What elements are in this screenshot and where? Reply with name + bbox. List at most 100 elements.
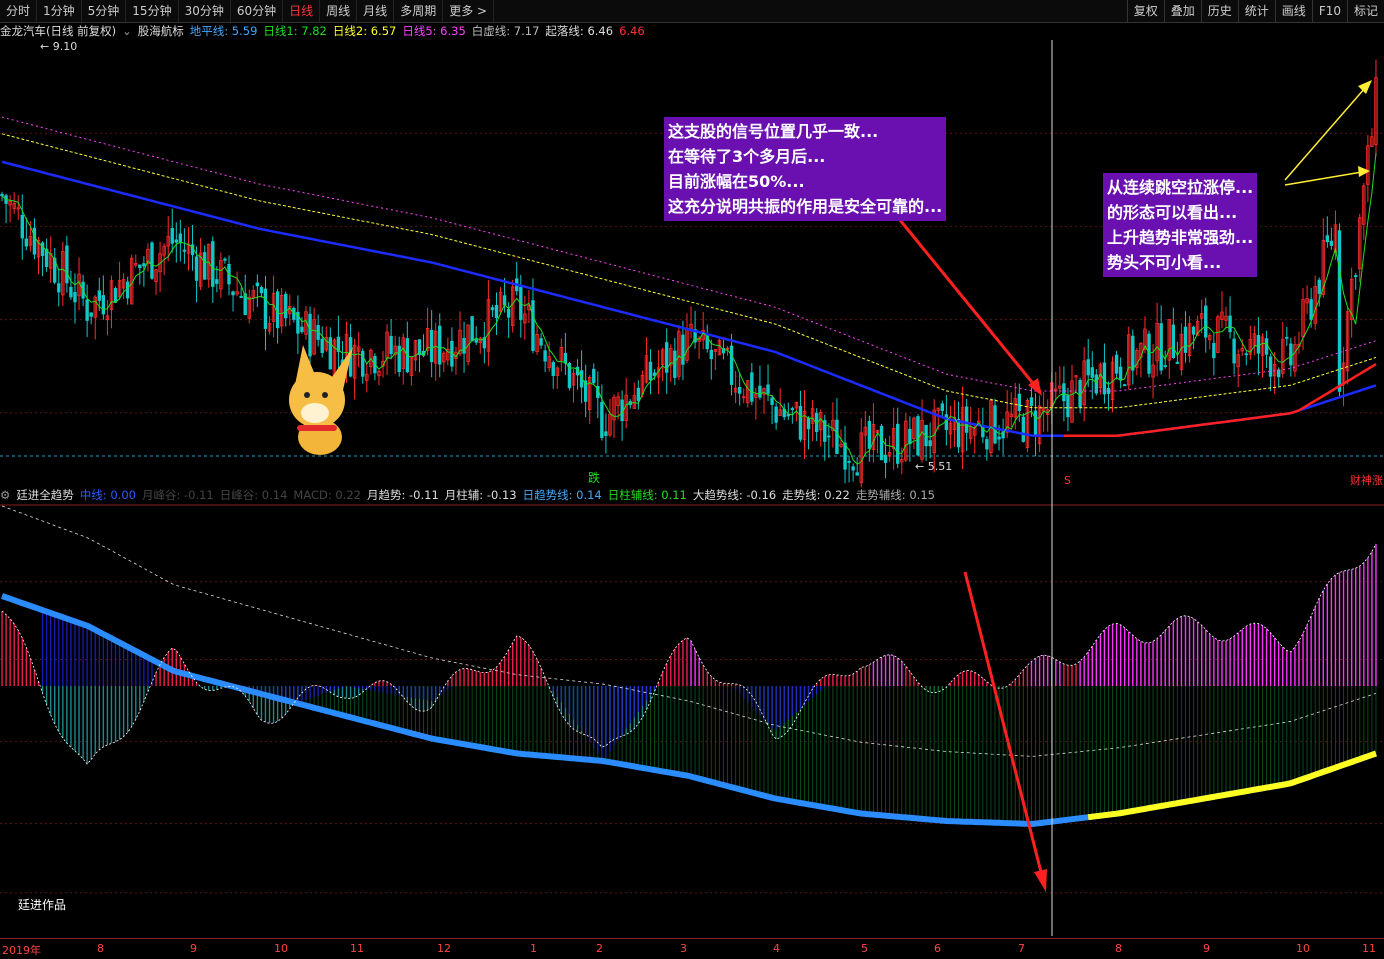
time-tick: 9 (1203, 942, 1210, 955)
toolbar-button[interactable]: 复权 (1126, 0, 1164, 22)
candle-body (1309, 299, 1313, 320)
time-tick: 6 (934, 942, 941, 955)
legend-item: 中线: 0.00 (79, 488, 136, 502)
period-tab[interactable]: 日线 (283, 0, 321, 22)
yellow-arrow (1284, 171, 1363, 186)
yellow-arrowhead (1358, 80, 1372, 94)
toolbar-button[interactable]: 叠加 (1163, 0, 1201, 22)
period-tab[interactable]: 1分钟 (37, 0, 82, 22)
candle-body (1114, 354, 1119, 374)
time-tick: 10 (1296, 942, 1310, 955)
period-tab[interactable]: 分时 (0, 0, 38, 22)
period-tab[interactable]: 周线 (320, 0, 358, 22)
candle-body (879, 425, 884, 461)
candle-body (474, 339, 478, 343)
candle-body (113, 288, 118, 303)
period-tab[interactable]: 月线 (357, 0, 395, 22)
callout-right-line: 的形态可以看出... (1107, 203, 1238, 222)
yellow-arrow (1284, 87, 1366, 181)
legend-item: 月趋势: -0.11 (367, 488, 439, 502)
legend-item: 日线5: 6.35 (402, 24, 466, 38)
candle-body (1163, 365, 1167, 367)
toolbar-button[interactable]: 标记 (1346, 0, 1384, 22)
period-tab[interactable]: 60分钟 (231, 0, 284, 22)
main-legend-items: 地平线: 5.59 日线1: 7.82 日线2: 6.57 日线5: 6.35 白虚线:… (190, 23, 651, 39)
candle-body (263, 288, 268, 329)
candle-body (1354, 275, 1358, 278)
candle-body (1289, 343, 1293, 366)
indicator-title[interactable]: 廷进全趋势 (16, 487, 74, 503)
candle-body (1118, 366, 1123, 380)
sub-legend-items: 中线: 0.00 月峰谷: -0.11 日峰谷: 0.14 MACD: 0.22 月趋势… (80, 487, 941, 503)
candle-body (202, 252, 207, 280)
candle-body (1325, 235, 1330, 243)
candle-body (673, 350, 677, 378)
candle-body (592, 368, 596, 384)
candle-body (65, 245, 69, 284)
toolbar-button[interactable]: 历史 (1200, 0, 1238, 22)
time-tick: 8 (97, 942, 104, 955)
low-price-label: ← 5.51 (915, 460, 952, 473)
legend-item: 走势线: 0.22 (782, 488, 850, 502)
candle-body (1062, 383, 1066, 402)
candle-body (57, 283, 61, 293)
candle-body (993, 405, 997, 444)
candle-body (389, 335, 393, 355)
candle-body (1094, 374, 1099, 394)
candle-body (506, 308, 511, 318)
candle-body (851, 466, 855, 471)
legend-item: 日线2: 6.57 (332, 24, 397, 38)
time-tick: 4 (773, 942, 780, 955)
period-tab[interactable]: 多周期 (394, 0, 444, 22)
candle-body (1175, 361, 1180, 364)
candle-body (89, 312, 93, 317)
watermark-label: 廷进作品 (18, 898, 66, 912)
candle-body (101, 295, 106, 315)
period-tab[interactable]: 15分钟 (126, 0, 179, 22)
stock-title[interactable]: 金龙汽车(日线 前复权) (0, 23, 116, 39)
settings-icon[interactable]: ⚙ (0, 488, 10, 502)
candle-body (24, 238, 29, 247)
candle-body (182, 249, 187, 252)
candle-body (40, 242, 45, 256)
toolbar-button[interactable]: 统计 (1237, 0, 1275, 22)
trend-indicator-chart[interactable]: 廷进作品 (0, 504, 1384, 936)
indicator-name[interactable]: 股海航标 (138, 23, 184, 39)
candle-body (758, 385, 762, 398)
candle-body (1021, 416, 1026, 442)
candle-body (73, 292, 77, 303)
dropdown-icon[interactable]: ⌄ (122, 24, 132, 38)
period-tab[interactable]: 5分钟 (82, 0, 127, 22)
candle-body (470, 316, 474, 342)
candle-body (1285, 336, 1289, 339)
candle-body (531, 300, 535, 351)
candle-body (1171, 324, 1176, 358)
candle-body (543, 350, 547, 362)
candle-body (1204, 305, 1208, 338)
callout-left-line: 这支股的信号位置几乎一致... (668, 122, 879, 141)
candle-body (142, 263, 146, 267)
candle-body (1017, 393, 1022, 411)
candle-body (494, 305, 499, 319)
toolbar-button[interactable]: 画线 (1274, 0, 1312, 22)
period-tabs: 分时 1分钟 5分钟 15分钟 30分钟 60分钟 日线 周线 月线 多周期 更多 > (0, 0, 495, 22)
candle-body (867, 421, 872, 449)
callout-left-line: 目前涨幅在50%... (668, 172, 805, 191)
high-price-label: ← 9.10 (40, 40, 77, 53)
legend-item: 月峰谷: -0.11 (141, 488, 214, 502)
candle-body (1029, 397, 1034, 406)
candle-body (170, 228, 174, 244)
signal-die-label: 跌 (588, 470, 600, 485)
toolbar-button[interactable]: F10 (1311, 0, 1347, 22)
legend-item: 日柱辅线: 0.11 (607, 488, 687, 502)
candle-body (502, 295, 507, 306)
time-tick: 3 (680, 942, 687, 955)
callout-left-line: 这充分说明共振的作用是安全可靠的... (668, 197, 943, 216)
candle-body (681, 334, 685, 365)
candle-body (223, 258, 227, 261)
candle-body (194, 256, 199, 281)
red-arrow (898, 219, 1042, 393)
candle-body (985, 439, 989, 450)
period-tab[interactable]: 更多 > (443, 0, 495, 22)
period-tab[interactable]: 30分钟 (179, 0, 231, 22)
